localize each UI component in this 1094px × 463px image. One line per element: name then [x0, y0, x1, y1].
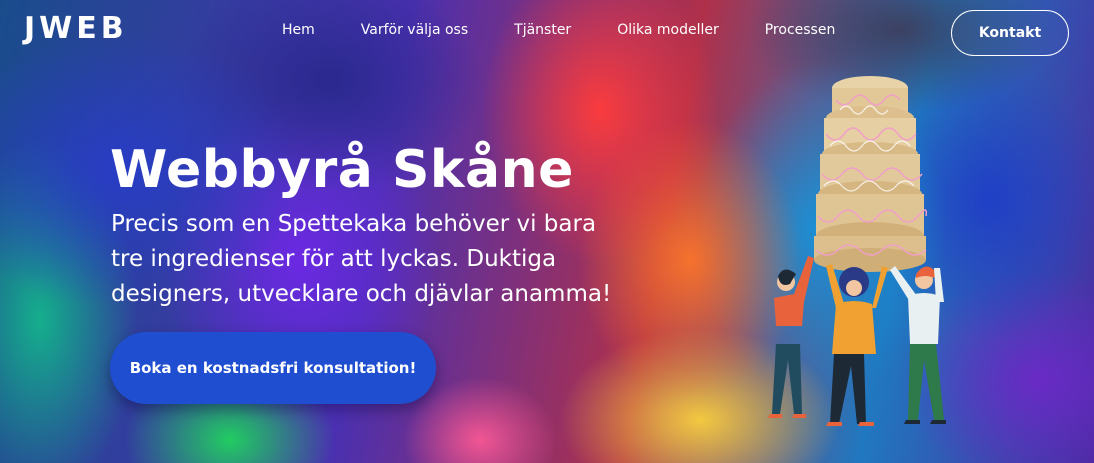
hero-title: Webbyrå Skåne	[110, 140, 574, 200]
book-consultation-button[interactable]: Boka en kostnadsfri konsultation!	[110, 332, 436, 404]
person-left-icon	[768, 256, 814, 418]
spettekaka-icon	[814, 76, 928, 272]
person-right-icon	[890, 266, 946, 424]
jweb-logo[interactable]: JWEB	[24, 14, 128, 44]
hero-section: JWEB Hem Varför välja oss Tjänster Olika…	[0, 0, 1094, 463]
spettekaka-team-illustration-icon	[768, 76, 946, 426]
contact-button[interactable]: Kontakt	[951, 10, 1069, 56]
nav-item-processen[interactable]: Processen	[765, 20, 836, 40]
nav-item-tjanster[interactable]: Tjänster	[514, 20, 571, 40]
nav-item-hem[interactable]: Hem	[282, 20, 315, 40]
person-middle-icon	[826, 264, 888, 426]
nav-item-varfor-valja-oss[interactable]: Varför välja oss	[361, 20, 468, 40]
main-nav: Hem Varför välja oss Tjänster Olika mode…	[282, 20, 881, 40]
nav-item-olika-modeller[interactable]: Olika modeller	[617, 20, 719, 40]
hero-subtitle: Precis som en Spettekaka behöver vi bara…	[111, 211, 612, 307]
